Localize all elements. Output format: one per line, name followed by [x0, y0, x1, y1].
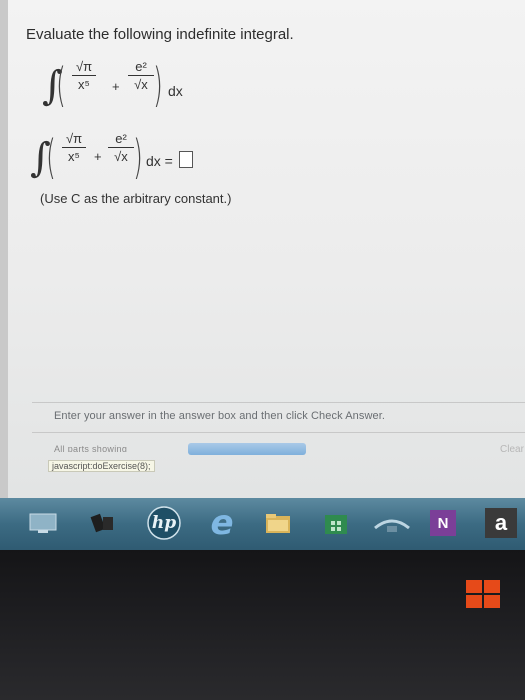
laptop-bezel [0, 550, 525, 700]
constant-note: (Use C as the arbitrary constant.) [40, 191, 232, 206]
numerator: √π [65, 131, 83, 146]
internet-explorer-icon[interactable]: e [206, 503, 238, 543]
left-paren: ( [46, 130, 56, 184]
numerator: e² [115, 131, 127, 146]
ie-label: e [210, 503, 234, 543]
plus-sign: + [112, 79, 120, 94]
problem-title: Evaluate the following indefinite integr… [26, 26, 294, 43]
onenote-icon[interactable]: N [428, 508, 458, 538]
right-paren: ) [133, 130, 143, 184]
all-parts-showing-label: All parts showing [54, 444, 128, 452]
right-paren: ) [153, 58, 163, 112]
onenote-label: N [437, 514, 449, 532]
denominator: √x [114, 149, 128, 164]
denominator: x⁵ [68, 149, 80, 164]
network-icon[interactable] [372, 508, 412, 538]
progress-bar [188, 443, 306, 455]
desktop-icon[interactable] [26, 508, 60, 538]
numerator: e² [135, 59, 147, 74]
fraction-sqrt-pi-over-x5: √π x⁵ [62, 131, 86, 164]
windows-logo-icon [466, 580, 502, 610]
amazon-label: a [494, 510, 508, 535]
fraction-e2-over-sqrt-x: e² √x [108, 131, 134, 164]
status-bar-url: javascript:doExercise(8); [48, 460, 155, 472]
denominator: x⁵ [78, 77, 90, 92]
amazon-icon[interactable]: a [484, 508, 518, 538]
hp-logo-icon[interactable]: hp [144, 506, 184, 540]
dx-label: dx [168, 83, 183, 99]
answer-input-box[interactable] [179, 151, 193, 168]
divider [32, 402, 525, 403]
answer-instructions: Enter your answer in the answer box and … [54, 410, 386, 422]
browser-screen: Evaluate the following indefinite integr… [0, 0, 525, 498]
fraction-sqrt-pi-over-x5: √π x⁵ [72, 59, 96, 92]
hp-label: hp [151, 513, 177, 533]
tablet-mode-icon[interactable] [88, 508, 118, 538]
file-explorer-icon[interactable] [262, 508, 294, 538]
plus-sign: + [94, 149, 102, 164]
divider [32, 432, 525, 433]
clear-all-button[interactable]: Clear A [500, 444, 525, 455]
windows-taskbar: hp e N a [0, 498, 525, 550]
dx-equals-label: dx = [146, 153, 173, 169]
store-icon[interactable] [320, 508, 352, 538]
left-paren: ( [56, 58, 66, 112]
denominator: √x [134, 77, 148, 92]
numerator: √π [75, 59, 93, 74]
fraction-e2-over-sqrt-x: e² √x [128, 59, 154, 92]
exercise-panel: Evaluate the following indefinite integr… [16, 0, 525, 498]
